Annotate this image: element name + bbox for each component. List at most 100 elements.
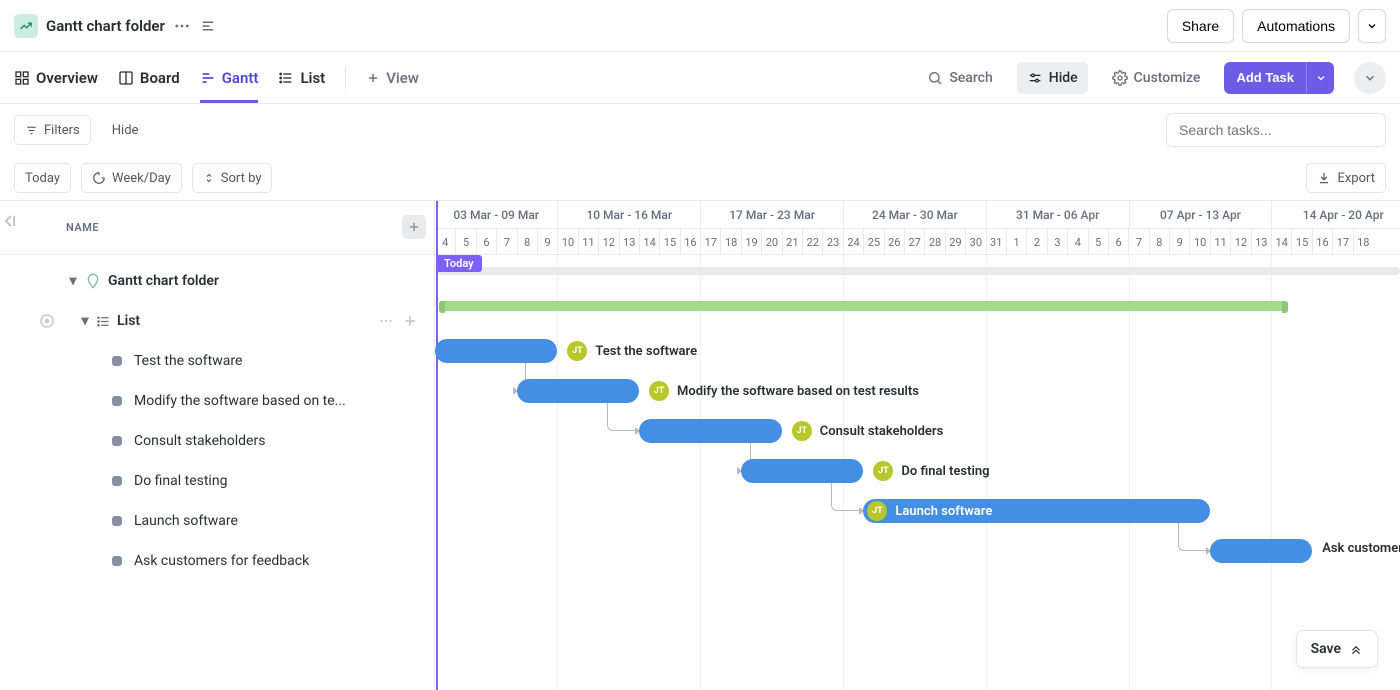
day-header: 10 (1189, 229, 1209, 255)
day-header: 27 (904, 229, 924, 255)
task-row[interactable]: Test the software (0, 341, 434, 381)
folder-breadcrumb[interactable]: Gantt chart folder (14, 14, 165, 38)
day-header: 21 (782, 229, 802, 255)
export-button[interactable]: Export (1306, 163, 1386, 193)
add-column-button[interactable] (402, 215, 426, 239)
day-header: 31 (986, 229, 1006, 255)
day-header: 13 (619, 229, 639, 255)
gantt-bar-label: Do final testing (901, 464, 989, 479)
task-row[interactable]: Ask customers for feedback (0, 541, 434, 581)
assignee-avatar: JT (649, 381, 669, 401)
search-action[interactable]: Search (923, 62, 996, 94)
task-row[interactable]: Do final testing (0, 461, 434, 501)
add-view-button[interactable]: View (366, 52, 419, 103)
list-summary-bar[interactable] (439, 301, 1288, 311)
day-header: 25 (863, 229, 883, 255)
day-header: 29 (945, 229, 965, 255)
gantt-bar-label-group: JTConsult stakeholders (792, 421, 943, 441)
day-header: 23 (822, 229, 842, 255)
gantt-task-bar[interactable] (517, 379, 639, 403)
task-tree: ▾ Gantt chart folder ▾ List (0, 255, 434, 581)
list-more-icon[interactable] (378, 313, 394, 329)
scale-button[interactable]: Week/Day (81, 163, 182, 193)
day-header: 30 (965, 229, 985, 255)
day-header: 12 (598, 229, 618, 255)
tab-overview[interactable]: Overview (14, 52, 98, 103)
status-dot-icon (112, 396, 122, 406)
day-header: 3 (1047, 229, 1067, 255)
search-tasks-input[interactable] (1166, 113, 1386, 147)
gantt-bar-label: Launch software (895, 504, 992, 519)
share-button[interactable]: Share (1167, 9, 1234, 43)
status-dot-icon (112, 356, 122, 366)
filters-button[interactable]: Filters (14, 115, 91, 145)
task-label: Consult stakeholders (134, 433, 265, 449)
gantt-bar-label: Test the software (595, 344, 697, 359)
day-header: 24 (843, 229, 863, 255)
gantt-task-bar[interactable] (1210, 539, 1312, 563)
day-header: 11 (578, 229, 598, 255)
add-task-button-group: Add Task (1224, 62, 1334, 94)
sort-button[interactable]: Sort by (192, 163, 273, 193)
today-button[interactable]: Today (14, 163, 71, 193)
day-header: 16 (1312, 229, 1332, 255)
tab-board[interactable]: Board (118, 52, 180, 103)
day-header: 16 (680, 229, 700, 255)
day-header: 5 (1088, 229, 1108, 255)
save-button[interactable]: Save (1296, 630, 1378, 668)
tab-label: Gantt (222, 69, 259, 87)
tab-label: Board (140, 69, 180, 87)
name-column-header: NAME (0, 201, 434, 255)
tab-gantt[interactable]: Gantt (200, 52, 259, 103)
tree-folder[interactable]: ▾ Gantt chart folder (0, 261, 434, 301)
day-header: 10 (557, 229, 577, 255)
day-header: 22 (802, 229, 822, 255)
overflow-menu-button[interactable] (1354, 62, 1386, 94)
day-header: 7 (496, 229, 516, 255)
task-label: Ask customers for feedback (134, 553, 309, 569)
gantt-task-bar[interactable] (639, 419, 782, 443)
hide-action[interactable]: Hide (1017, 62, 1088, 94)
caret-down-icon: ▾ (68, 276, 78, 286)
customize-action[interactable]: Customize (1108, 62, 1205, 94)
list-add-icon[interactable] (402, 313, 418, 329)
gantt-bar-label-group: JTModify the software based on test resu… (649, 381, 919, 401)
horizontal-scrollbar[interactable] (435, 267, 1400, 275)
view-tabs-row: Overview Board Gantt List View Search Hi… (0, 52, 1400, 104)
dependency-link (607, 403, 637, 431)
gantt-bar-label: Ask customers (1322, 541, 1400, 556)
gantt-bar-label-group: JTDo final testing (873, 461, 989, 481)
gantt-bar-label-group: Ask customers (1322, 541, 1400, 556)
task-row[interactable]: Launch software (0, 501, 434, 541)
status-dot-icon (112, 556, 122, 566)
today-line (436, 201, 438, 690)
hide-filters-button[interactable]: Hide (101, 115, 150, 145)
collapse-sidebar-icon[interactable] (199, 17, 217, 35)
gantt-task-bar[interactable]: JT Launch software (863, 499, 1210, 523)
tab-label: Overview (36, 69, 98, 87)
add-task-button[interactable]: Add Task (1224, 62, 1306, 94)
gantt-task-bar[interactable] (741, 459, 863, 483)
tree-list[interactable]: ▾ List (0, 301, 434, 341)
task-row[interactable]: Consult stakeholders (0, 421, 434, 461)
day-header: 7 (1128, 229, 1148, 255)
search-tasks-field[interactable] (1179, 122, 1373, 138)
add-task-caret-button[interactable] (1306, 62, 1334, 94)
automations-caret-button[interactable] (1358, 9, 1386, 43)
app-header: Gantt chart folder Share Automations (0, 0, 1400, 52)
collapse-all-icon[interactable] (0, 211, 20, 231)
week-header: 07 Apr - 13 Apr (1129, 201, 1272, 228)
gantt-main: NAME ▾ Gantt chart folder ▾ (0, 200, 1400, 690)
task-row[interactable]: Modify the software based on te... (0, 381, 434, 421)
folder-icon (84, 272, 102, 290)
automations-button[interactable]: Automations (1242, 9, 1350, 43)
more-icon[interactable] (173, 17, 191, 35)
day-header: 14 (1271, 229, 1291, 255)
gantt-toolbar: Today Week/Day Sort by Export (0, 156, 1400, 200)
day-header: 17 (700, 229, 720, 255)
day-header: 28 (924, 229, 944, 255)
gantt-task-bar[interactable] (435, 339, 557, 363)
day-header: 19 (741, 229, 761, 255)
tab-list[interactable]: List (278, 52, 325, 103)
gantt-chart-panel[interactable]: 03 Mar - 09 Mar10 Mar - 16 Mar17 Mar - 2… (435, 200, 1400, 690)
